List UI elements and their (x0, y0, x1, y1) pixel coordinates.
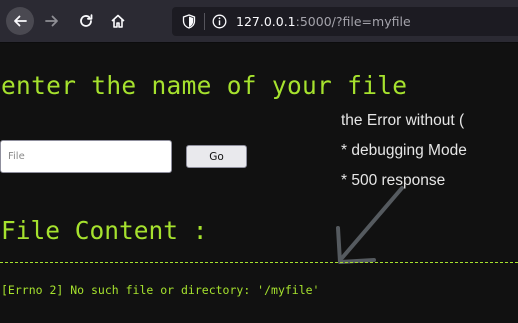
browser-toolbar: 127.0.0.1:5000/?file=myfile (0, 0, 518, 43)
page-heading: enter the name of your file (1, 71, 408, 100)
address-bar[interactable]: 127.0.0.1:5000/?file=myfile (172, 7, 518, 36)
file-input[interactable] (0, 140, 172, 173)
go-button[interactable]: Go (186, 145, 247, 168)
url-host: 127.0.0.1 (236, 14, 296, 29)
back-arrow-icon (14, 15, 27, 27)
url-path: :5000/?file=myfile (295, 14, 411, 29)
back-button[interactable] (6, 7, 34, 35)
home-icon (111, 14, 125, 28)
reload-button[interactable] (72, 7, 100, 35)
forward-arrow-icon (45, 15, 58, 27)
home-button[interactable] (104, 7, 132, 35)
file-content-title: File Content : (1, 216, 208, 245)
info-icon[interactable] (212, 14, 227, 29)
dashed-divider (0, 262, 518, 263)
separator (204, 13, 205, 30)
note-line-2: * debugging Mode (341, 142, 467, 159)
page-content: enter the name of your file Go the Error… (0, 44, 518, 323)
shield-icon[interactable] (182, 14, 196, 29)
url-text[interactable]: 127.0.0.1:5000/?file=myfile (236, 13, 411, 30)
annotation-arrow-icon (336, 186, 404, 264)
note-line-1: the Error without ( (341, 112, 465, 129)
forward-button[interactable] (38, 7, 66, 35)
reload-icon (80, 14, 93, 27)
error-message: [Errno 2] No such file or directory: '/m… (1, 283, 320, 297)
